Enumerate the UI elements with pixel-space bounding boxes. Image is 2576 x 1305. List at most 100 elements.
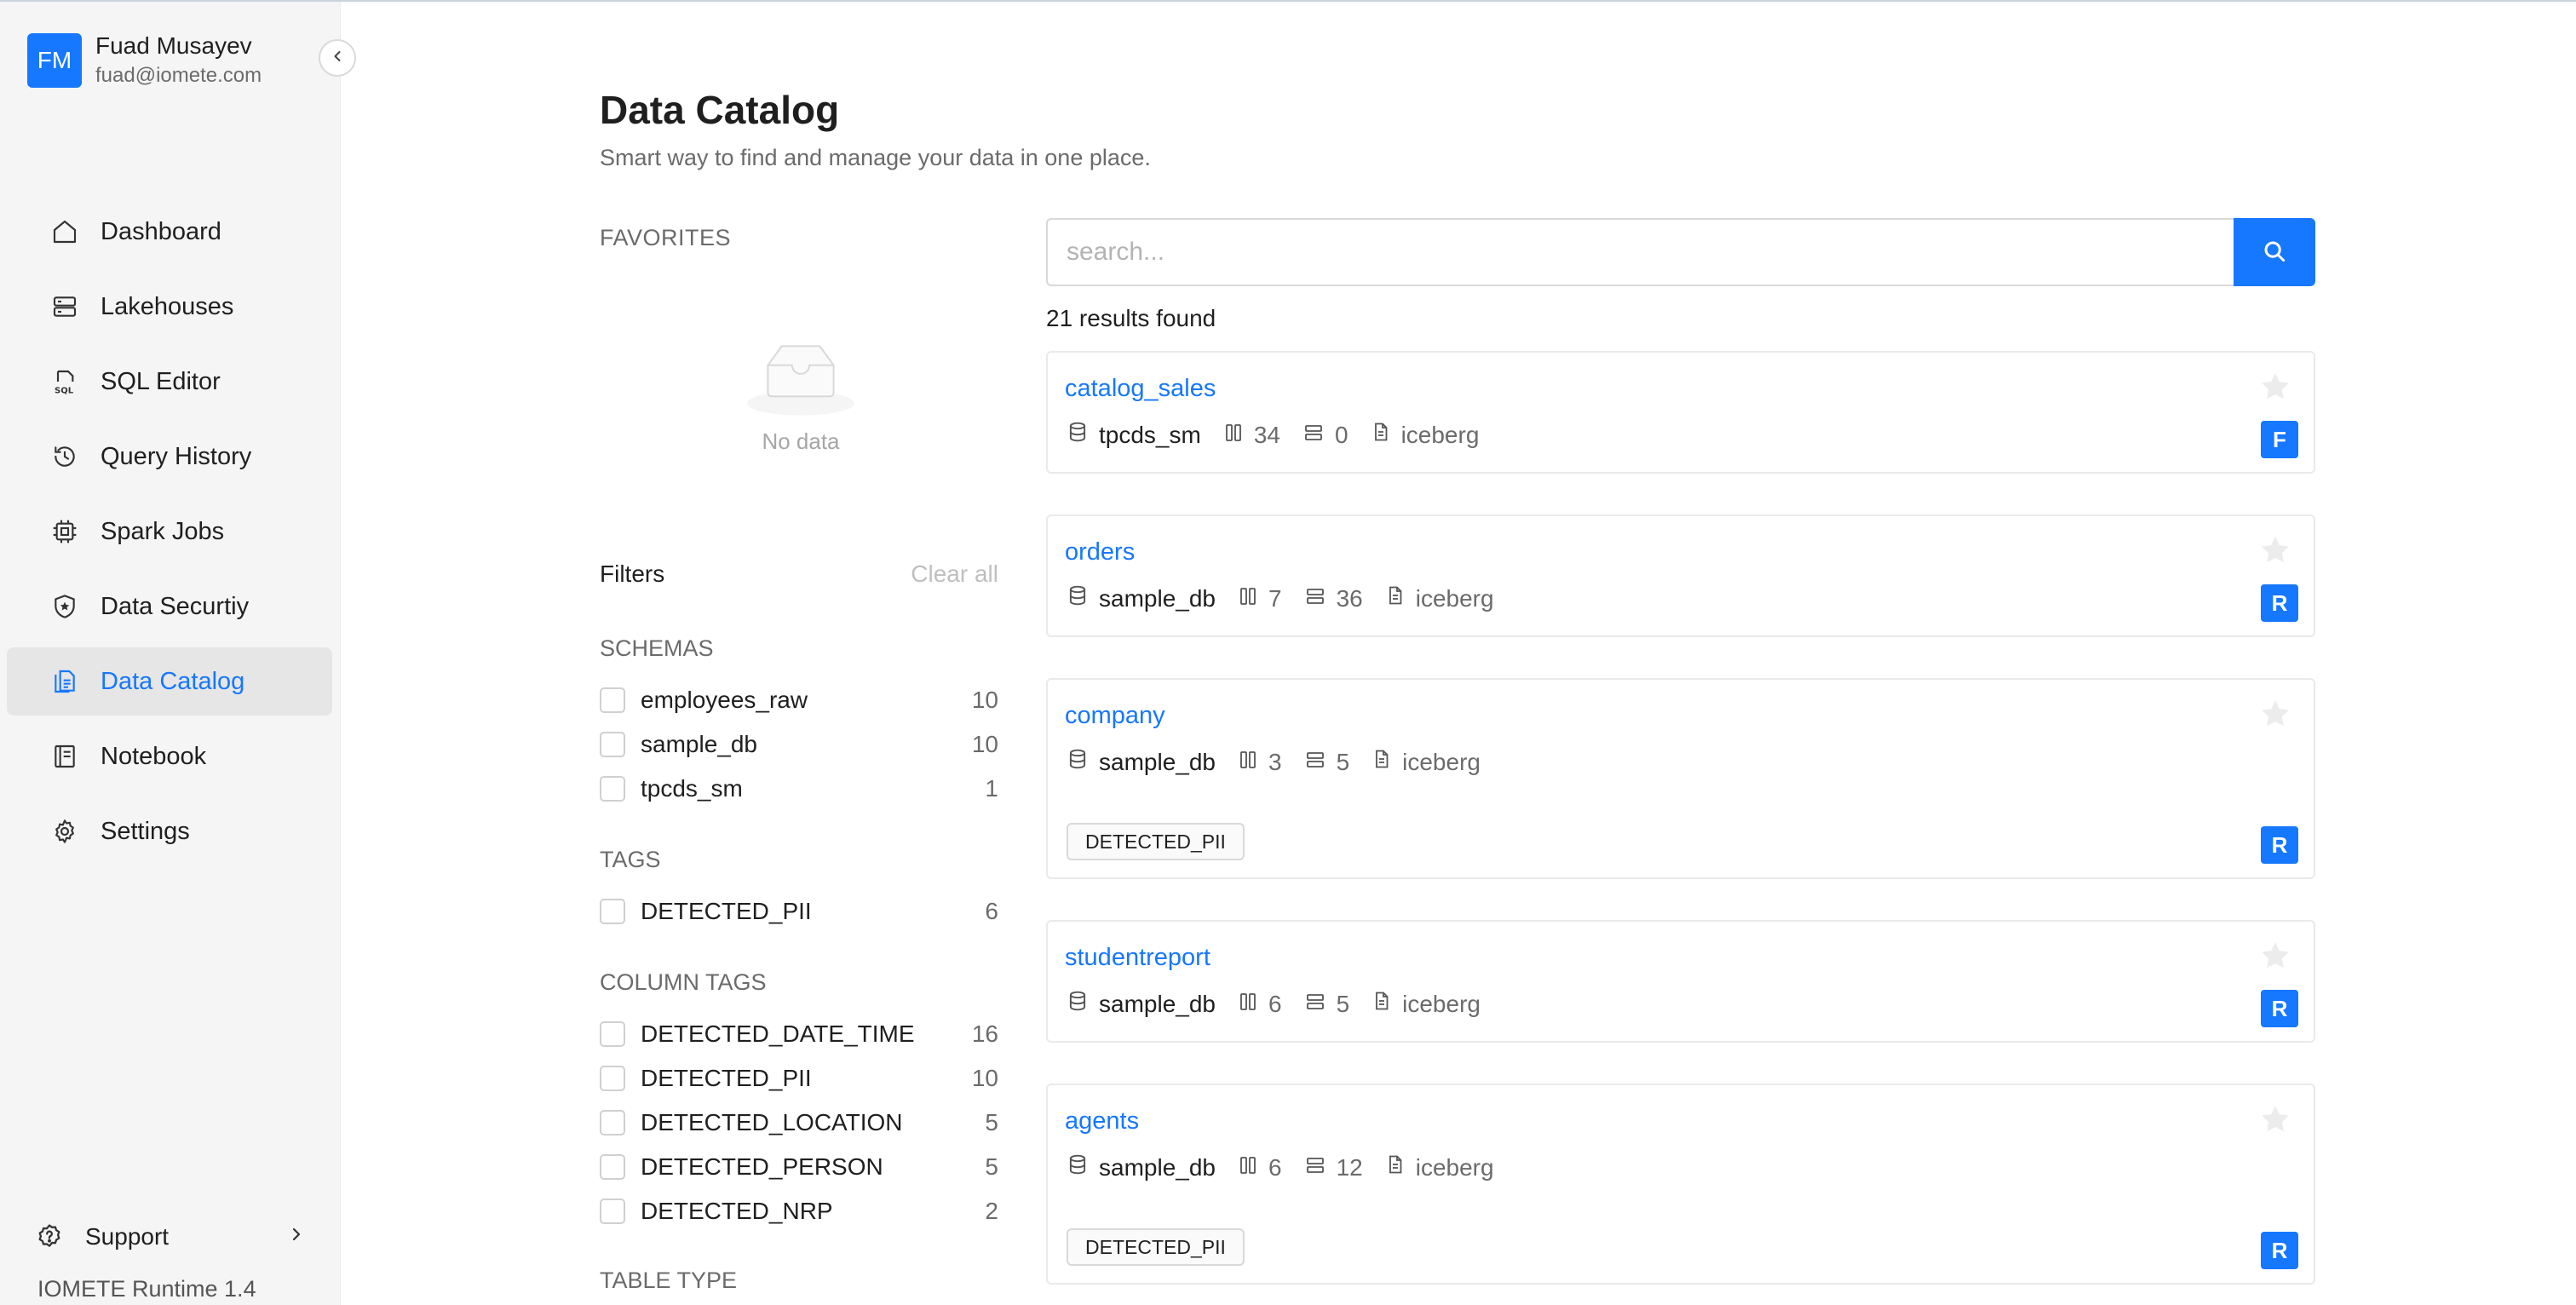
favorite-star-icon[interactable] xyxy=(2257,533,2293,572)
help-icon xyxy=(34,1222,65,1252)
tag-chip: DETECTED_PII xyxy=(1067,823,1245,860)
search-input[interactable] xyxy=(1046,218,2234,286)
favorite-star-icon[interactable] xyxy=(2257,370,2293,408)
table-type-badge: R xyxy=(2261,826,2298,864)
checkbox[interactable] xyxy=(600,776,625,802)
rows-icon xyxy=(1302,422,1335,449)
results-count: 21 results found xyxy=(1046,305,1216,331)
checkbox[interactable] xyxy=(600,1199,625,1224)
sidebar-item-notebook[interactable]: Notebook xyxy=(7,722,332,790)
columns-icon xyxy=(1238,749,1268,776)
filter-option[interactable]: DETECTED_NRP 2 xyxy=(600,1189,998,1233)
sidebar-item-sql-editor[interactable]: SQL SQL Editor xyxy=(7,348,332,416)
result-card[interactable]: agents sample_db 6 12 iceberg DETECTED_P… xyxy=(1046,1084,2315,1285)
sidebar-item-label: Data Securtiy xyxy=(101,592,250,620)
result-card[interactable]: studentreport sample_db 6 5 iceberg R xyxy=(1046,920,2315,1043)
clear-all-button[interactable]: Clear all xyxy=(911,561,998,588)
sidebar-item-data-catalog[interactable]: Data Catalog xyxy=(7,647,332,716)
sidebar-item-dashboard[interactable]: Dashboard xyxy=(7,198,332,266)
checkbox[interactable] xyxy=(600,687,625,713)
checkbox[interactable] xyxy=(600,899,625,924)
file-icon xyxy=(1385,584,1416,612)
table-name-link[interactable]: studentreport xyxy=(1065,944,1210,972)
filter-option[interactable]: tpcds_sm 1 xyxy=(600,767,998,811)
gear-icon xyxy=(49,816,80,847)
tags-label: TAGS xyxy=(600,847,661,872)
filter-option-label: DETECTED_PERSON xyxy=(641,1153,883,1180)
home-icon xyxy=(49,216,80,247)
support-label: Support xyxy=(85,1223,170,1250)
favorite-star-icon[interactable] xyxy=(2257,697,2293,735)
table-name-link[interactable]: catalog_sales xyxy=(1065,375,1216,403)
rows-icon xyxy=(1304,585,1337,612)
sidebar-item-lakehouses[interactable]: Lakehouses xyxy=(7,273,332,341)
table-type-badge: F xyxy=(2261,421,2298,458)
filter-option-count: 2 xyxy=(985,1198,998,1224)
sidebar: FM Fuad Musayev fuad@iomete.com Dashboar… xyxy=(0,2,341,1305)
filter-option-count: 6 xyxy=(985,898,998,924)
page-title: Data Catalog xyxy=(600,88,840,132)
sidebar-item-label: Lakehouses xyxy=(101,292,234,320)
database-icon xyxy=(1067,1153,1099,1181)
server-icon xyxy=(49,291,80,322)
sidebar-item-query-history[interactable]: Query History xyxy=(7,423,332,491)
favorites-empty: No data xyxy=(733,341,869,455)
search-button[interactable] xyxy=(2234,218,2315,286)
table-name-link[interactable]: orders xyxy=(1065,538,1135,566)
empty-inbox-icon xyxy=(745,345,856,421)
column-count: 6 xyxy=(1268,1153,1282,1181)
sidebar-item-data-security[interactable]: Data Securtiy xyxy=(7,572,332,641)
filter-option[interactable]: DETECTED_PII 10 xyxy=(600,1056,998,1101)
rows-icon xyxy=(1304,1154,1337,1181)
filter-option[interactable]: employees_raw 10 xyxy=(600,678,998,722)
checkbox[interactable] xyxy=(600,732,625,757)
result-card[interactable]: catalog_sales tpcds_sm 34 0 iceberg F xyxy=(1046,351,2315,474)
favorite-star-icon[interactable] xyxy=(2257,939,2293,977)
filter-option-count: 5 xyxy=(985,1153,998,1180)
row-count: 36 xyxy=(1336,584,1363,612)
row-count: 0 xyxy=(1334,421,1348,448)
file-icon xyxy=(1371,421,1401,449)
filter-option-label: DETECTED_DATE_TIME xyxy=(641,1020,915,1047)
filter-option[interactable]: sample_db 10 xyxy=(600,722,998,767)
no-data-text: No data xyxy=(762,428,840,454)
checkbox[interactable] xyxy=(600,1154,625,1180)
sidebar-nav: Dashboard Lakehouses SQL SQL Editor Quer… xyxy=(7,198,332,872)
column-count: 6 xyxy=(1268,990,1282,1017)
sidebar-item-settings[interactable]: Settings xyxy=(7,797,332,865)
result-card[interactable]: orders sample_db 7 36 iceberg R xyxy=(1046,515,2315,637)
collapse-sidebar-button[interactable] xyxy=(319,39,356,77)
chevron-left-icon xyxy=(329,48,346,69)
file-icon xyxy=(1371,990,1402,1018)
columns-icon xyxy=(1238,585,1268,612)
table-name-link[interactable]: agents xyxy=(1065,1107,1139,1135)
support-menu[interactable]: Support xyxy=(34,1211,307,1262)
notebook-icon xyxy=(49,741,80,772)
sidebar-item-spark-jobs[interactable]: Spark Jobs xyxy=(7,497,332,566)
checkbox[interactable] xyxy=(600,1021,625,1047)
result-card[interactable]: company sample_db 3 5 iceberg DETECTED_P… xyxy=(1046,678,2315,879)
filter-option-label: employees_raw xyxy=(641,687,808,713)
user-email: fuad@iomete.com xyxy=(95,64,262,87)
checkbox[interactable] xyxy=(600,1066,625,1091)
user-profile[interactable]: FM Fuad Musayev fuad@iomete.com xyxy=(27,31,262,90)
favorites-label: FAVORITES xyxy=(600,225,732,250)
table-type-badge: R xyxy=(2261,1232,2298,1269)
filter-option[interactable]: DETECTED_PII 6 xyxy=(600,889,998,934)
filters-title: Filters xyxy=(600,561,665,587)
checkbox[interactable] xyxy=(600,1110,625,1135)
column-tags-label: COLUMN TAGS xyxy=(600,969,767,995)
sidebar-item-label: SQL Editor xyxy=(101,367,221,395)
tag-chip: DETECTED_PII xyxy=(1067,1228,1245,1266)
filter-option[interactable]: DETECTED_LOCATION 5 xyxy=(600,1101,998,1145)
avatar: FM xyxy=(27,33,82,88)
filter-option[interactable]: DETECTED_PERSON 5 xyxy=(600,1145,998,1189)
filter-option[interactable]: DETECTED_DATE_TIME 16 xyxy=(600,1012,998,1056)
database-icon xyxy=(1067,990,1099,1018)
chip-icon xyxy=(49,516,80,547)
table-name-link[interactable]: company xyxy=(1065,702,1165,730)
favorite-star-icon[interactable] xyxy=(2257,1102,2293,1141)
file-icon xyxy=(1385,1153,1416,1181)
sidebar-item-label: Dashboard xyxy=(101,217,221,245)
filter-option-count: 10 xyxy=(971,731,998,757)
